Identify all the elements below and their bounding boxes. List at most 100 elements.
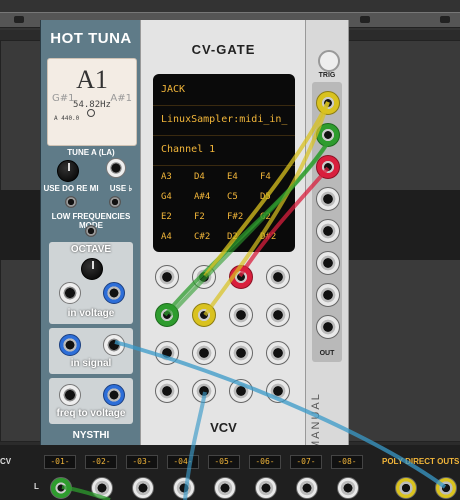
manual-output-jack[interactable]: [316, 123, 340, 147]
divider: [153, 165, 295, 166]
note-cell: F2: [194, 212, 205, 222]
channel-label: -08-: [331, 455, 363, 469]
octave-knob[interactable]: [81, 258, 103, 280]
channel-input-jack[interactable]: [337, 477, 359, 499]
poly-output-jack[interactable]: [395, 477, 417, 499]
cv-gate-output-jack[interactable]: [266, 379, 290, 403]
flat-toggle[interactable]: [109, 196, 121, 208]
cv-gate-output-jack[interactable]: [266, 303, 290, 327]
manual-output-jack[interactable]: [316, 91, 340, 115]
bus-left: [0, 190, 40, 260]
cv-gate-output-jack[interactable]: [192, 341, 216, 365]
voltage-output-jack[interactable]: [103, 282, 125, 304]
signal-input-jack[interactable]: [59, 334, 81, 356]
manual-output-jack[interactable]: [316, 315, 340, 339]
tuner-note: A1: [76, 65, 108, 94]
channel-label: -05-: [208, 455, 240, 469]
cv-gate-output-jack[interactable]: [229, 379, 253, 403]
channel-input-jack[interactable]: [173, 477, 195, 499]
manual-output-jack[interactable]: [316, 187, 340, 211]
use-flat-label: USE ♭: [109, 184, 133, 193]
signal-thru-jack[interactable]: [103, 334, 125, 356]
freq-voltage-jack[interactable]: [103, 384, 125, 406]
cv-gate-output-jack[interactable]: [229, 265, 253, 289]
note-cell: F4: [260, 172, 271, 182]
cv-gate-output-jack[interactable]: [266, 265, 290, 289]
device-line[interactable]: LinuxSampler:midi_in_: [161, 114, 291, 125]
trig-button[interactable]: [318, 50, 340, 72]
tune-cv-jack[interactable]: [106, 158, 126, 178]
module-title: HOT TUNA: [50, 30, 132, 47]
manual-output-jack[interactable]: [316, 155, 340, 179]
cv-gate-output-jack[interactable]: [155, 379, 179, 403]
note-cell: D4: [194, 172, 205, 182]
out-label: OUT: [319, 350, 335, 357]
octave-input-jack[interactable]: [59, 282, 81, 304]
tune-label: TUNE A (LA): [67, 148, 115, 157]
hot-tuna-module: HOT TUNA A1 G#1 A#1 54.82Hz A 440.0 TUNE…: [40, 20, 142, 445]
note-cell: D#2: [260, 232, 277, 242]
channel-label: -03-: [126, 455, 158, 469]
trig-label: TRIG: [318, 72, 336, 79]
brand-label: VCV: [210, 420, 237, 435]
note-cell: D2: [227, 232, 238, 242]
cv-gate-output-jack[interactable]: [229, 303, 253, 327]
divider: [153, 135, 295, 136]
channel-label: -04-: [167, 455, 199, 469]
manual-output-jack[interactable]: [316, 219, 340, 243]
cv-gate-output-jack[interactable]: [155, 265, 179, 289]
cv-label: CV: [0, 457, 12, 466]
channel-input-jack[interactable]: [50, 477, 72, 499]
note-cell: C5: [227, 192, 238, 202]
cv-gate-output-jack[interactable]: [229, 341, 253, 365]
note-cell: D5: [260, 192, 271, 202]
cv-gate-output-jack[interactable]: [266, 341, 290, 365]
cv-gate-output-jack[interactable]: [192, 265, 216, 289]
octave-panel: OCTAVE in voltage: [49, 242, 133, 324]
tune-knob[interactable]: [57, 160, 79, 182]
l-label: L: [34, 482, 39, 491]
in-signal-label: in signal: [70, 358, 112, 369]
channel-label: -02-: [85, 455, 117, 469]
channel-label: -07-: [290, 455, 322, 469]
bus-right: [347, 190, 460, 260]
channel-input-jack[interactable]: [296, 477, 318, 499]
midi-display[interactable]: JACK LinuxSampler:midi_in_ Channel 1 A3 D…: [153, 74, 295, 252]
cv-gate-module: CV-GATE JACK LinuxSampler:midi_in_ Chann…: [140, 20, 307, 445]
in-voltage-label: in voltage: [67, 308, 115, 319]
channel-line[interactable]: Channel 1: [161, 144, 291, 155]
cv-gate-output-jack[interactable]: [155, 303, 179, 327]
channel-input-jack[interactable]: [132, 477, 154, 499]
note-cell: A#4: [194, 192, 211, 202]
freq-output-jack[interactable]: [59, 384, 81, 406]
note-cell: C#2: [194, 232, 211, 242]
tuner-display: A1 G#1 A#1 54.82Hz A 440.0: [47, 58, 137, 146]
tuner-center-indicator: [87, 109, 95, 117]
manual-output-jack[interactable]: [316, 283, 340, 307]
do-re-mi-toggle[interactable]: [65, 196, 77, 208]
tuner-reference: A 440.0: [54, 115, 80, 122]
driver-line[interactable]: JACK: [161, 84, 291, 95]
cv-gate-output-jack[interactable]: [155, 341, 179, 365]
channel-input-jack[interactable]: [91, 477, 113, 499]
poly-output-jack[interactable]: [435, 477, 457, 499]
octave-label: OCTAVE: [70, 244, 112, 255]
brand-label: NYSTHI: [72, 430, 110, 441]
note-cell: E2: [161, 212, 172, 222]
divider: [153, 105, 295, 106]
channel-label: -06-: [249, 455, 281, 469]
manual-module: TRIG OUT MANUAL: [305, 20, 349, 450]
note-cell: E4: [227, 172, 238, 182]
cv-gate-output-jack[interactable]: [192, 379, 216, 403]
note-cell: A4: [161, 232, 172, 242]
cv-gate-output-jack[interactable]: [192, 303, 216, 327]
channel-input-jack[interactable]: [255, 477, 277, 499]
low-frequencies-toggle[interactable]: [85, 225, 97, 237]
freq-to-voltage-panel: freq to voltage: [49, 378, 133, 424]
manual-output-jack[interactable]: [316, 251, 340, 275]
note-cell: G2: [260, 212, 271, 222]
channel-input-jack[interactable]: [214, 477, 236, 499]
use-do-re-mi-label: USE DO RE MI: [43, 184, 99, 193]
manual-title: MANUAL: [310, 392, 322, 450]
freq-to-voltage-label: freq to voltage: [56, 408, 126, 419]
